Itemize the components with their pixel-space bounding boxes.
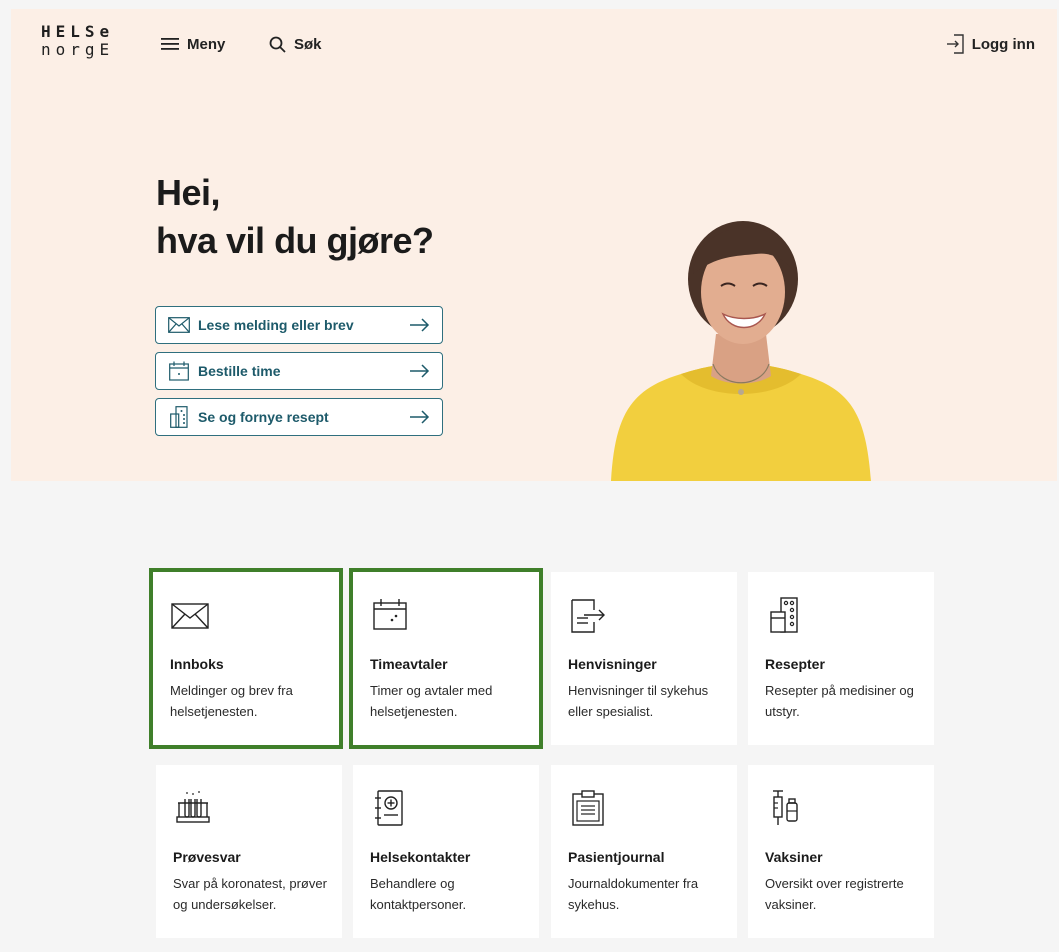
test-tubes-icon: [176, 791, 210, 823]
page-greeting: Hei, hva vil du gjøre?: [156, 169, 434, 265]
quick-actions: Lese melding eller brev Bestille time Se: [155, 306, 443, 444]
card-description: Svar på koronatest, prøver og undersøkel…: [173, 876, 327, 912]
action-label: Se og fornye resept: [198, 409, 329, 425]
referral-document-icon: [571, 599, 605, 633]
card-innboks[interactable]: Innboks Meldinger og brev fra helsetjene…: [149, 568, 343, 749]
hero-section: HELSe norgE Meny Søk Logg inn Hei, hva v…: [11, 9, 1057, 481]
action-book-appointment[interactable]: Bestille time: [155, 352, 443, 390]
card-description: Oversikt over registrerte vaksiner.: [765, 876, 904, 912]
card-timeavtaler[interactable]: Timeavtaler Timer og avtaler med helsetj…: [349, 568, 543, 749]
hamburger-icon: [161, 38, 179, 50]
menu-button[interactable]: Meny: [161, 33, 225, 55]
card-resepter[interactable]: Resepter Resepter på medisiner og utstyr…: [748, 572, 934, 745]
card-description: Meldinger og brev fra helsetjenesten.: [170, 683, 293, 719]
arrow-right-icon: [410, 410, 430, 424]
syringe-icon: [773, 790, 798, 825]
arrow-right-icon: [410, 364, 430, 378]
clipboard-icon: [572, 790, 604, 826]
card-description: Behandlere og kontaktpersoner.: [370, 876, 467, 912]
arrow-right-icon: [410, 318, 430, 332]
card-title: Vaksiner: [765, 849, 823, 865]
envelope-icon: [171, 603, 209, 629]
action-renew-prescription[interactable]: Se og fornye resept: [155, 398, 443, 436]
card-title: Henvisninger: [568, 656, 657, 672]
smiling-woman-photo: [611, 221, 871, 481]
card-vaksiner[interactable]: Vaksiner Oversikt over registrerte vaksi…: [748, 765, 934, 938]
helsenorge-logo[interactable]: HELSe norgE: [41, 23, 131, 63]
card-provesvar[interactable]: Prøvesvar Svar på koronatest, prøver og …: [156, 765, 342, 938]
card-title: Resepter: [765, 656, 825, 672]
contact-book-icon: [375, 790, 403, 826]
action-label: Bestille time: [198, 363, 281, 379]
calendar-icon: [373, 599, 407, 630]
card-title: Helsekontakter: [370, 849, 471, 865]
card-description: Journaldokumenter fra sykehus.: [568, 876, 699, 912]
login-icon: [946, 34, 964, 54]
card-title: Innboks: [170, 656, 224, 672]
card-description: Resepter på medisiner og utstyr.: [765, 683, 914, 719]
card-henvisninger[interactable]: Henvisninger Henvisninger til sykehus el…: [551, 572, 737, 745]
card-title: Prøvesvar: [173, 849, 241, 865]
card-helsekontakter[interactable]: Helsekontakter Behandlere og kontaktpers…: [353, 765, 539, 938]
card-title: Timeavtaler: [370, 656, 448, 672]
action-read-messages[interactable]: Lese melding eller brev: [155, 306, 443, 344]
card-description: Henvisninger til sykehus eller spesialis…: [568, 683, 709, 719]
search-icon: [269, 36, 286, 53]
card-description: Timer og avtaler med helsetjenesten.: [370, 683, 493, 719]
logo-line-2: norgE: [41, 40, 115, 59]
prescription-icon: [168, 406, 190, 428]
action-label: Lese melding eller brev: [198, 317, 354, 333]
calendar-icon: [168, 360, 190, 382]
envelope-icon: [168, 314, 190, 336]
login-button[interactable]: Logg inn: [946, 33, 1035, 55]
greeting-line-1: Hei,: [156, 172, 221, 213]
page-frame: HELSe norgE Meny Søk Logg inn Hei, hva v…: [11, 9, 1057, 952]
login-label: Logg inn: [971, 35, 1035, 53]
card-title: Pasientjournal: [568, 849, 665, 865]
search-label: Søk: [294, 35, 322, 53]
logo-line-1: HELSe: [41, 22, 115, 41]
greeting-line-2: hva vil du gjøre?: [156, 220, 434, 261]
menu-label: Meny: [187, 35, 226, 53]
pill-box-icon: [770, 597, 798, 633]
card-pasientjournal[interactable]: Pasientjournal Journaldokumenter fra syk…: [551, 765, 737, 938]
search-button[interactable]: Søk: [269, 33, 322, 55]
